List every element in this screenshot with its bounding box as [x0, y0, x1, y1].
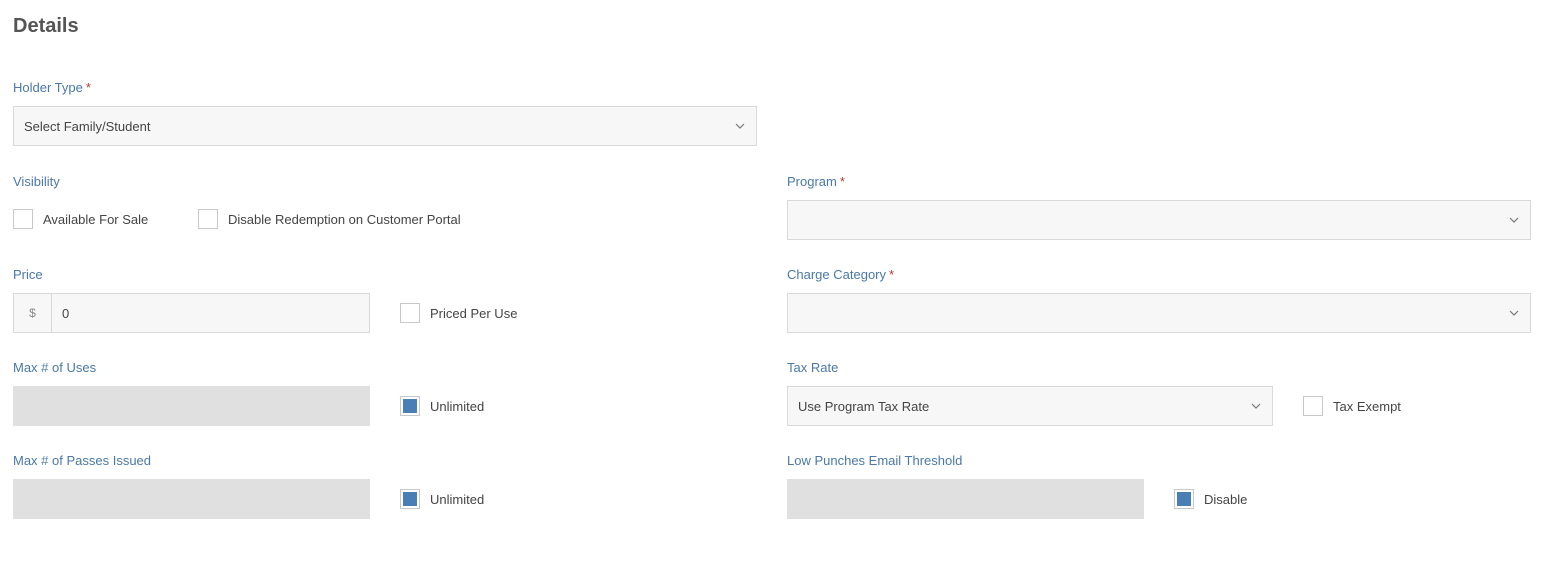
- available-for-sale-label: Available For Sale: [43, 211, 149, 227]
- disable-redemption-checkbox[interactable]: Disable Redemption on Customer Portal: [198, 209, 461, 229]
- max-passes-unlimited-checkbox[interactable]: Unlimited: [400, 489, 484, 509]
- chevron-down-icon: [735, 123, 745, 129]
- program-label: Program *: [787, 174, 845, 189]
- chevron-down-icon: [1509, 310, 1519, 316]
- max-passes-label: Max # of Passes Issued: [13, 453, 152, 468]
- priced-per-use-checkbox[interactable]: Priced Per Use: [400, 303, 517, 323]
- required-mark: *: [85, 80, 91, 95]
- low-punches-label: Low Punches Email Threshold: [787, 453, 963, 468]
- low-punches-disable-checkbox[interactable]: Disable: [1174, 489, 1247, 509]
- tax-rate-value: Use Program Tax Rate: [798, 398, 930, 414]
- tax-exempt-checkbox[interactable]: Tax Exempt: [1303, 396, 1401, 416]
- program-select[interactable]: [787, 200, 1531, 240]
- holder-type-value: Select Family/Student: [24, 118, 151, 134]
- low-punches-disable-label: Disable: [1204, 491, 1248, 507]
- chevron-down-icon: [1509, 217, 1519, 223]
- holder-type-select[interactable]: Select Family/Student: [13, 106, 757, 146]
- checkbox-box[interactable]: [198, 209, 218, 229]
- checkbox-box[interactable]: [400, 396, 420, 416]
- required-mark: *: [839, 174, 845, 189]
- price-label: Price: [13, 267, 43, 282]
- tax-exempt-label: Tax Exempt: [1333, 398, 1401, 414]
- holder-type-label: Holder Type *: [13, 80, 91, 95]
- low-punches-input[interactable]: [787, 479, 1144, 519]
- max-uses-input[interactable]: [13, 386, 370, 426]
- checkbox-box[interactable]: [1174, 489, 1194, 509]
- charge-category-label: Charge Category *: [787, 267, 895, 282]
- checkbox-box[interactable]: [400, 489, 420, 509]
- priced-per-use-label: Priced Per Use: [430, 305, 518, 321]
- chevron-down-icon: [1251, 403, 1261, 409]
- max-uses-unlimited-checkbox[interactable]: Unlimited: [400, 396, 484, 416]
- checkbox-box[interactable]: [13, 209, 33, 229]
- max-passes-input[interactable]: [13, 479, 370, 519]
- price-input-group[interactable]: $ 0: [13, 293, 370, 333]
- disable-redemption-label: Disable Redemption on Customer Portal: [228, 211, 461, 227]
- max-uses-label: Max # of Uses: [13, 360, 97, 375]
- tax-rate-label: Tax Rate: [787, 360, 839, 375]
- tax-rate-select[interactable]: Use Program Tax Rate: [787, 386, 1273, 426]
- currency-prefix: $: [14, 294, 52, 332]
- checkbox-box[interactable]: [400, 303, 420, 323]
- max-passes-unlimited-label: Unlimited: [430, 491, 485, 507]
- price-input[interactable]: 0: [52, 294, 369, 332]
- checkbox-box[interactable]: [1303, 396, 1323, 416]
- charge-category-select[interactable]: [787, 293, 1531, 333]
- required-mark: *: [889, 267, 895, 282]
- max-uses-unlimited-label: Unlimited: [430, 398, 485, 414]
- section-title: Details: [13, 15, 79, 37]
- visibility-label: Visibility: [13, 174, 60, 189]
- available-for-sale-checkbox[interactable]: Available For Sale: [13, 209, 148, 229]
